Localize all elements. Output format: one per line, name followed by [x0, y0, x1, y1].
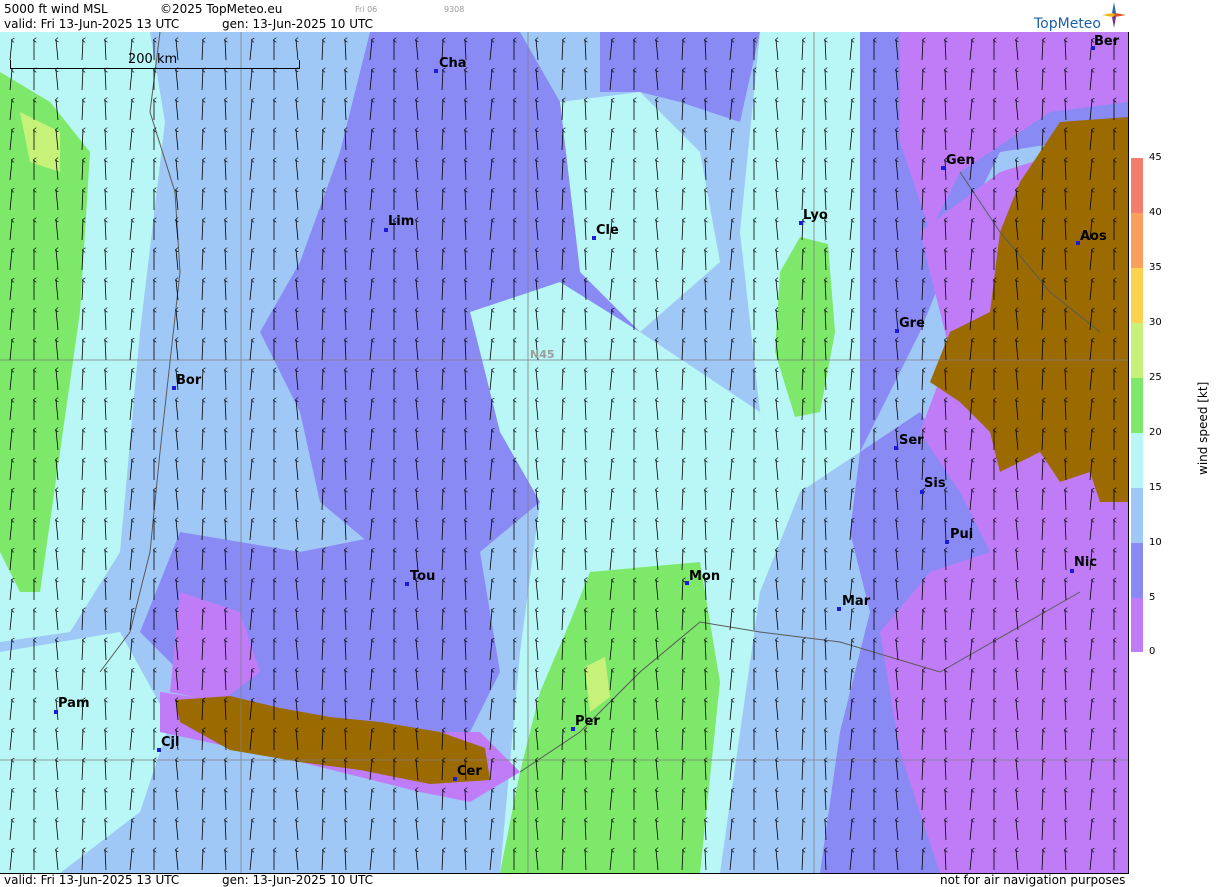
disclaimer: not for air navigation purposes	[940, 873, 1126, 887]
copyright: ©2025 TopMeteo.eu	[160, 2, 283, 16]
legend-swatch	[1131, 213, 1143, 268]
latitude-label: N45	[530, 348, 555, 361]
product-title: 5000 ft wind MSL	[4, 2, 108, 16]
legend-tick: 45	[1149, 152, 1162, 163]
legend-tick: 10	[1149, 537, 1162, 548]
legend-tick: 0	[1149, 646, 1156, 657]
compass-logo-icon	[1102, 2, 1126, 28]
city-label[interactable]: Aos	[1080, 230, 1107, 244]
city-marker	[434, 69, 438, 73]
city-label[interactable]: Ber	[1094, 35, 1119, 49]
legend-swatch	[1131, 433, 1143, 488]
wind-map[interactable]: 200 km N45 Cha Ber Lim Cle Lyo Gen Aos G…	[0, 32, 1129, 874]
legend-tick: 20	[1149, 427, 1162, 438]
city-label[interactable]: Cha	[439, 57, 467, 71]
city-label[interactable]: Gen	[946, 154, 975, 168]
legend-title: wind speed [kt]	[1196, 381, 1210, 475]
scale-label: 200 km	[128, 52, 178, 67]
legend-tick: 40	[1149, 207, 1162, 218]
legend-tick: 30	[1149, 317, 1162, 328]
legend-swatch	[1131, 323, 1143, 378]
legend-tick: 15	[1149, 482, 1162, 493]
city-label[interactable]: Tou	[410, 570, 435, 584]
generated-time: gen: 13-Jun-2025 10 UTC	[222, 17, 374, 31]
city-label[interactable]: Pam	[58, 697, 90, 711]
city-marker	[894, 446, 898, 450]
city-label[interactable]: Cer	[457, 765, 482, 779]
legend-swatch	[1131, 488, 1143, 543]
valid-time: valid: Fri 13-Jun-2025 13 UTC	[4, 17, 180, 31]
run-label: Fri 06	[355, 5, 378, 14]
city-marker	[945, 540, 949, 544]
city-label[interactable]: Ser	[899, 434, 924, 448]
city-label[interactable]: Mar	[842, 595, 870, 609]
code-label: 9308	[444, 5, 465, 14]
wind-speed-legend	[1131, 158, 1143, 652]
legend-swatch	[1131, 158, 1143, 213]
city-label[interactable]: Bor	[176, 374, 201, 388]
city-label[interactable]: Lyo	[803, 209, 828, 223]
legend-tick: 5	[1149, 592, 1156, 603]
legend-swatch	[1131, 268, 1143, 323]
city-label[interactable]: Nic	[1074, 556, 1097, 570]
city-label[interactable]: Lim	[388, 215, 414, 229]
city-label[interactable]: Mon	[689, 570, 720, 584]
footer-valid-time: valid: Fri 13-Jun-2025 13 UTC	[4, 873, 180, 887]
city-label[interactable]: Sis	[924, 477, 946, 491]
city-marker	[941, 166, 945, 170]
city-marker	[837, 607, 841, 611]
footer-generated-time: gen: 13-Jun-2025 10 UTC	[222, 873, 374, 887]
city-marker	[405, 582, 409, 586]
legend-swatch	[1131, 378, 1143, 433]
legend-swatch	[1131, 543, 1143, 598]
legend-tick: 35	[1149, 262, 1162, 273]
city-label[interactable]: Per	[575, 715, 600, 729]
legend-swatch	[1131, 598, 1143, 652]
city-label[interactable]: Cjl	[161, 736, 179, 750]
legend-tick: 25	[1149, 372, 1162, 383]
city-label[interactable]: Pui	[950, 528, 973, 542]
city-label[interactable]: Cle	[596, 224, 619, 238]
logo-text: TopMeteo	[1034, 16, 1101, 32]
city-label[interactable]: Gre	[899, 317, 925, 331]
